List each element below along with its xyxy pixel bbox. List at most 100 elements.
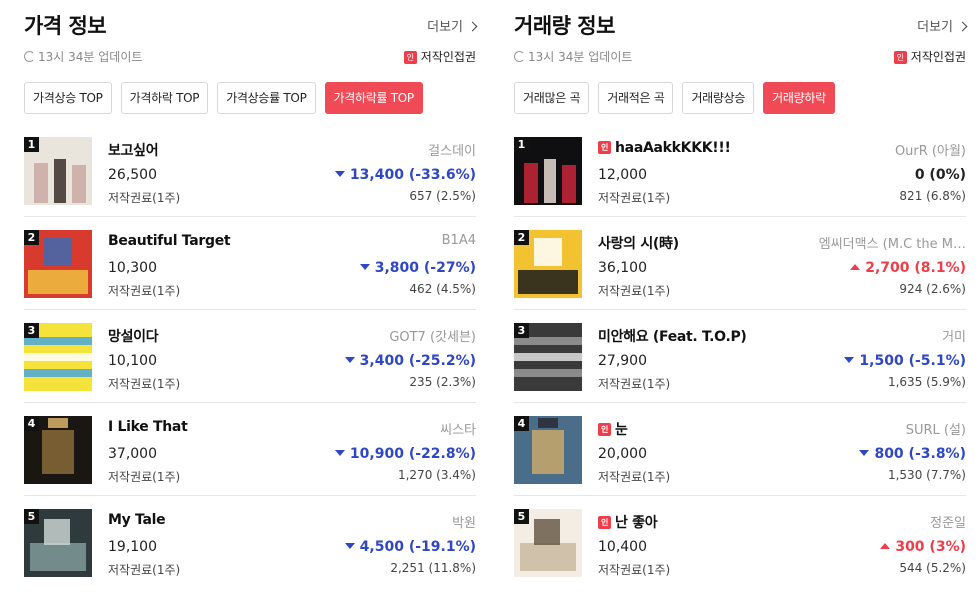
- sort-tab[interactable]: 거래량하락: [763, 82, 835, 114]
- song-title[interactable]: 보고싶어: [108, 140, 159, 160]
- trade-volume: 1,635 (5.9%): [887, 375, 966, 389]
- current-price: 20,000: [598, 446, 647, 462]
- song-info: My Tale 박원 19,100 4,500 (-19.1%) 저작권료(1주) 2,2…: [108, 496, 476, 589]
- song-row[interactable]: 5 인 난 좋아 정준일 10,400 300 (3%) 저작권료(1주) 544 (5.2%…: [514, 496, 966, 589]
- rank-badge: 4: [24, 416, 39, 431]
- trade-volume: 544 (5.2%): [899, 561, 966, 575]
- artist-name[interactable]: 거미: [942, 326, 966, 345]
- song-title[interactable]: 미안해요 (Feat. T.O.P): [598, 326, 747, 346]
- rank-badge: 3: [514, 323, 529, 338]
- rank-badge: 1: [24, 137, 39, 152]
- panel-subheader: 13시 34분 업데이트 인 저작인접권: [514, 48, 966, 66]
- artist-name[interactable]: SURL (설): [906, 419, 966, 438]
- album-thumbnail[interactable]: 2: [24, 230, 92, 298]
- song-row[interactable]: 5 My Tale 박원 19,100 4,500 (-19.1%) 저작권료(1주) 2,…: [24, 496, 476, 589]
- triangle-up-icon: [850, 264, 861, 270]
- sort-tab[interactable]: 거래량상승: [682, 82, 755, 114]
- refresh-icon: [24, 51, 35, 62]
- album-thumbnail[interactable]: 4: [24, 416, 92, 484]
- album-thumbnail[interactable]: 3: [24, 323, 92, 391]
- neighboring-rights-badge: 인: [598, 423, 611, 436]
- rights-type: 저작권료(1주): [108, 284, 181, 298]
- sort-tab[interactable]: 가격상승률 TOP: [217, 82, 316, 114]
- song-info: 미안해요 (Feat. T.O.P) 거미 27,900 1,500 (-5.1%) 저…: [598, 310, 966, 403]
- price-change-text: 3,800 (-27%): [374, 260, 476, 276]
- current-price: 10,300: [108, 260, 157, 276]
- song-title[interactable]: 인눈: [598, 419, 628, 439]
- song-row[interactable]: 3 망설이다 GOT7 (갓세븐) 10,100 3,400 (-25.2%) 저작권료(…: [24, 310, 476, 403]
- rights-type: 저작권료(1주): [108, 191, 181, 205]
- sort-tab[interactable]: 거래적은 곡: [598, 82, 674, 114]
- rank-badge: 3: [24, 323, 39, 338]
- song-info: 사랑의 시(時) 엠씨더맥스 (M.C the M… 36,100 2,700 (8.…: [598, 217, 966, 310]
- price-change: 1,500 (-5.1%): [844, 353, 966, 369]
- album-thumbnail[interactable]: 1: [24, 137, 92, 205]
- artist-name[interactable]: B1A4: [442, 233, 476, 248]
- artist-name[interactable]: 박원: [452, 512, 476, 531]
- more-link[interactable]: 더보기: [427, 16, 478, 35]
- triangle-down-icon: [859, 450, 870, 456]
- song-title-text: 난 좋아: [615, 515, 658, 531]
- sort-tab[interactable]: 가격하락률 TOP: [324, 82, 423, 114]
- price-change-text: 2,700 (8.1%): [865, 260, 966, 276]
- more-label: 더보기: [917, 20, 953, 35]
- song-title[interactable]: Beautiful Target: [108, 233, 231, 249]
- song-row[interactable]: 1 보고싶어 걸스데이 26,500 13,400 (-33.6%) 저작권료(1주) 65…: [24, 124, 476, 217]
- triangle-down-icon: [359, 264, 370, 270]
- song-title-text: 사랑의 시(時): [598, 236, 679, 252]
- album-thumbnail[interactable]: 3: [514, 323, 582, 391]
- rights-type: 저작권료(1주): [598, 284, 671, 298]
- song-row[interactable]: 4 I Like That 씨스타 37,000 10,900 (-22.8%) 저작권료…: [24, 403, 476, 496]
- sort-tab[interactable]: 거래많은 곡: [514, 82, 590, 114]
- song-row[interactable]: 3 미안해요 (Feat. T.O.P) 거미 27,900 1,500 (-5.1%)…: [514, 310, 966, 403]
- rights-type: 저작권료(1주): [598, 377, 671, 391]
- panel-subheader: 13시 34분 업데이트 인 저작인접권: [24, 48, 476, 66]
- album-thumbnail[interactable]: 2: [514, 230, 582, 298]
- song-info: Beautiful Target B1A4 10,300 3,800 (-27%) 저작…: [108, 217, 476, 310]
- neighboring-rights-legend: 인 저작인접권: [893, 48, 966, 65]
- refresh-icon: [514, 51, 525, 62]
- song-title[interactable]: My Tale: [108, 512, 166, 528]
- triangle-down-icon: [844, 357, 855, 363]
- song-row[interactable]: 1 인 haaAakkKKK!!! OurR (아월) 12,000 0 (0%) 저작권료…: [514, 124, 966, 217]
- song-title[interactable]: 사랑의 시(時): [598, 233, 679, 253]
- artist-name[interactable]: 걸스데이: [428, 140, 476, 159]
- song-info: 망설이다 GOT7 (갓세븐) 10,100 3,400 (-25.2%) 저작권료(1…: [108, 310, 476, 403]
- price-change: 3,800 (-27%): [359, 260, 476, 276]
- song-row[interactable]: 2 사랑의 시(時) 엠씨더맥스 (M.C the M… 36,100 2,700 (8…: [514, 217, 966, 310]
- album-thumbnail[interactable]: 5: [514, 509, 582, 577]
- album-thumbnail[interactable]: 5: [24, 509, 92, 577]
- song-title[interactable]: 망설이다: [108, 326, 159, 346]
- neighboring-rights-label: 저작인접권: [910, 50, 966, 64]
- sort-tab[interactable]: 가격하락 TOP: [120, 82, 209, 114]
- artist-name[interactable]: 엠씨더맥스 (M.C the M…: [819, 233, 966, 252]
- artist-name[interactable]: OurR (아월): [895, 140, 966, 159]
- song-title-text: 보고싶어: [108, 143, 159, 159]
- triangle-down-icon: [344, 543, 355, 549]
- trade-volume: 1,270 (3.4%): [397, 468, 476, 482]
- neighboring-rights-badge: 인: [598, 141, 611, 154]
- price-change-text: 10,900 (-22.8%): [349, 446, 476, 462]
- album-thumbnail[interactable]: 1: [514, 137, 582, 205]
- price-change-text: 1,500 (-5.1%): [859, 353, 966, 369]
- song-row[interactable]: 2 Beautiful Target B1A4 10,300 3,800 (-27%) 저…: [24, 217, 476, 310]
- sort-tab[interactable]: 가격상승 TOP: [24, 82, 112, 114]
- more-link[interactable]: 더보기: [917, 16, 968, 35]
- trade-volume: 657 (2.5%): [409, 189, 476, 203]
- song-title[interactable]: 인 난 좋아: [598, 512, 658, 532]
- trade-volume: 1,530 (7.7%): [887, 468, 966, 482]
- artist-name[interactable]: GOT7 (갓세븐): [389, 326, 476, 345]
- song-title[interactable]: 인 haaAakkKKK!!!: [598, 140, 731, 156]
- trade-volume: 235 (2.3%): [409, 375, 476, 389]
- update-text: 13시 34분 업데이트: [528, 50, 633, 64]
- artist-name[interactable]: 씨스타: [440, 419, 476, 438]
- artist-name[interactable]: 정준일: [930, 512, 966, 531]
- current-price: 37,000: [108, 446, 157, 462]
- rights-type: 저작권료(1주): [598, 563, 671, 577]
- song-info: 인 haaAakkKKK!!! OurR (아월) 12,000 0 (0%) 저작권료(…: [598, 124, 966, 217]
- current-price: 36,100: [598, 260, 647, 276]
- song-title[interactable]: I Like That: [108, 419, 188, 435]
- song-row[interactable]: 4 인 눈 SURL (설) 20,000 800 (-3.8%) 저작권료(1주) 1,53…: [514, 403, 966, 496]
- album-thumbnail[interactable]: 4: [514, 416, 582, 484]
- price-change: 300 (3%): [880, 539, 966, 555]
